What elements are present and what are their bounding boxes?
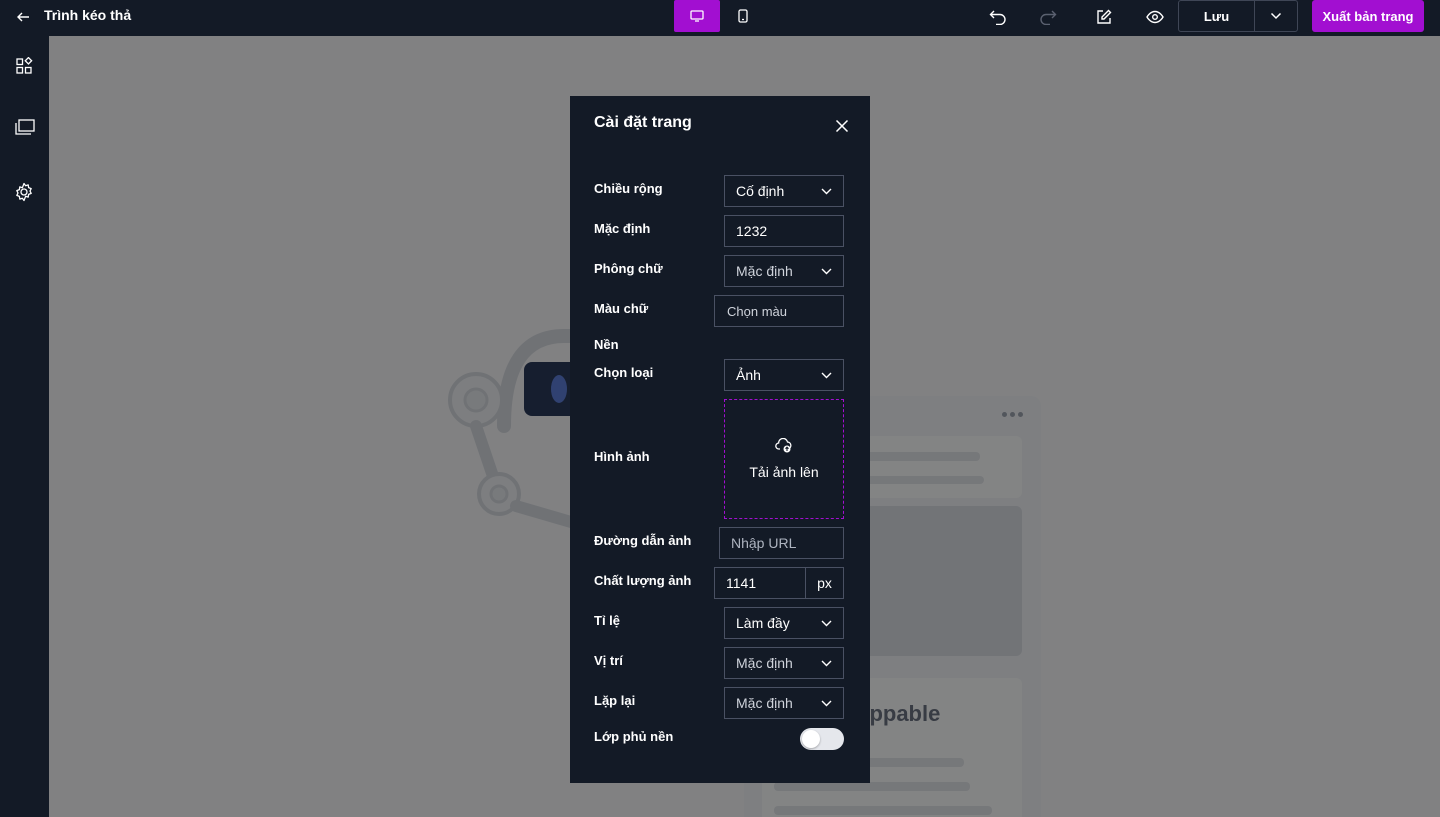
chevron-down-icon bbox=[1270, 12, 1282, 20]
edit-icon bbox=[1097, 9, 1112, 24]
ratio-label: Tỉ lệ bbox=[594, 613, 621, 628]
close-icon bbox=[835, 119, 849, 133]
settings-button[interactable] bbox=[12, 180, 36, 204]
chevron-down-icon bbox=[821, 620, 832, 626]
components-icon bbox=[16, 57, 33, 74]
image-quality-input[interactable] bbox=[714, 567, 806, 599]
bg-type-label: Chọn loại bbox=[594, 365, 654, 380]
undo-button[interactable] bbox=[984, 4, 1012, 30]
text-color-label: Màu chữ bbox=[594, 301, 649, 316]
width-select[interactable]: Cố định bbox=[724, 175, 844, 207]
preview-button[interactable] bbox=[1141, 4, 1169, 30]
cloud-upload-icon bbox=[775, 438, 792, 453]
image-upload-dropzone[interactable]: Tải ảnh lên bbox=[724, 399, 844, 519]
background-section-title: Nền bbox=[594, 337, 619, 352]
mobile-icon bbox=[738, 9, 748, 23]
redo-button[interactable] bbox=[1034, 4, 1062, 30]
modal-title: Cài đặt trang bbox=[594, 114, 692, 131]
eye-icon bbox=[1146, 10, 1164, 24]
components-button[interactable] bbox=[12, 54, 36, 78]
image-url-input[interactable] bbox=[719, 527, 844, 559]
chevron-down-icon bbox=[821, 188, 832, 194]
chevron-down-icon bbox=[821, 700, 832, 706]
save-options-button[interactable] bbox=[1255, 1, 1297, 31]
chevron-down-icon bbox=[821, 660, 832, 666]
save-button[interactable]: Lưu bbox=[1179, 1, 1255, 31]
position-select-value: Mặc định bbox=[736, 655, 793, 671]
image-label: Hình ảnh bbox=[594, 449, 650, 464]
overlay-toggle[interactable] bbox=[800, 728, 844, 750]
repeat-select[interactable]: Mặc định bbox=[724, 687, 844, 719]
repeat-select-value: Mặc định bbox=[736, 695, 793, 711]
default-width-label: Mặc định bbox=[594, 221, 651, 236]
app-title: Trình kéo thả bbox=[44, 7, 132, 23]
gear-icon bbox=[16, 182, 32, 202]
font-select-value: Mặc định bbox=[736, 263, 793, 279]
default-width-input[interactable] bbox=[724, 215, 844, 247]
redo-icon bbox=[1040, 10, 1057, 25]
chevron-down-icon bbox=[821, 268, 832, 274]
bg-type-select-value: Ảnh bbox=[736, 367, 761, 383]
page-settings-modal: Cài đặt trang Chiều rộng Cố định Mặc địn… bbox=[570, 96, 870, 783]
desktop-view-button[interactable] bbox=[674, 0, 720, 32]
mobile-view-button[interactable] bbox=[720, 0, 766, 32]
text-color-picker[interactable]: Chọn màu bbox=[714, 295, 844, 327]
image-quality-unit: px bbox=[805, 567, 844, 599]
desktop-icon bbox=[690, 10, 704, 22]
font-select[interactable]: Mặc định bbox=[724, 255, 844, 287]
pages-icon bbox=[15, 119, 35, 135]
repeat-label: Lặp lại bbox=[594, 693, 636, 708]
publish-button[interactable]: Xuất bản trang bbox=[1312, 0, 1424, 32]
pages-button[interactable] bbox=[12, 116, 36, 140]
upload-label: Tải ảnh lên bbox=[749, 464, 819, 480]
undo-icon bbox=[989, 10, 1006, 25]
width-label: Chiều rộng bbox=[594, 181, 663, 196]
position-select[interactable]: Mặc định bbox=[724, 647, 844, 679]
ratio-select-value: Làm đầy bbox=[736, 615, 790, 631]
image-quality-label: Chất lượng ảnh bbox=[594, 573, 692, 588]
save-button-group: Lưu bbox=[1178, 0, 1298, 32]
left-sidebar bbox=[0, 36, 49, 817]
top-bar: Trình kéo thả Lưu Xuất bản trang bbox=[0, 0, 1440, 36]
bg-type-select[interactable]: Ảnh bbox=[724, 359, 844, 391]
width-select-value: Cố định bbox=[736, 183, 785, 199]
ratio-select[interactable]: Làm đầy bbox=[724, 607, 844, 639]
image-url-label: Đường dẫn ảnh bbox=[594, 533, 692, 548]
back-arrow-icon[interactable] bbox=[12, 6, 34, 28]
toggle-knob bbox=[802, 730, 820, 748]
overlay-label: Lớp phủ nền bbox=[594, 729, 674, 744]
position-label: Vị trí bbox=[594, 653, 623, 668]
font-label: Phông chữ bbox=[594, 261, 663, 276]
chevron-down-icon bbox=[821, 372, 832, 378]
close-button[interactable] bbox=[832, 116, 852, 136]
edit-button[interactable] bbox=[1090, 4, 1118, 30]
